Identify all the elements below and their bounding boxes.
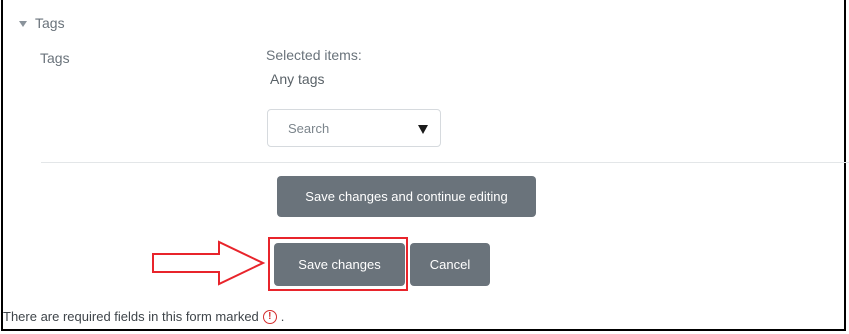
dropdown-arrow-icon[interactable] [418, 124, 428, 134]
tags-field-label: Tags [40, 50, 70, 66]
search-placeholder: Search [288, 120, 330, 136]
section-title: Tags [35, 15, 65, 31]
save-button[interactable]: Save changes [274, 243, 405, 286]
right-arrow-annotation-icon [152, 240, 266, 286]
form-panel: Tags Tags Selected items: Any tags Searc… [1, 0, 849, 331]
required-note-suffix: . [280, 309, 285, 324]
required-note-text: There are required fields in this form m… [3, 309, 259, 324]
tags-section-toggle[interactable]: Tags [19, 15, 65, 31]
selected-items-value: Any tags [270, 71, 325, 87]
cancel-button[interactable]: Cancel [410, 243, 490, 286]
save-and-continue-button[interactable]: Save changes and continue editing [277, 176, 536, 217]
caret-down-icon [19, 20, 27, 27]
tags-search-dropdown[interactable]: Search [267, 109, 441, 147]
selected-items-label: Selected items: [266, 47, 362, 63]
required-fields-note: There are required fields in this form m… [3, 309, 284, 324]
divider [41, 162, 849, 163]
exclamation-circle-icon: ! [262, 309, 277, 324]
